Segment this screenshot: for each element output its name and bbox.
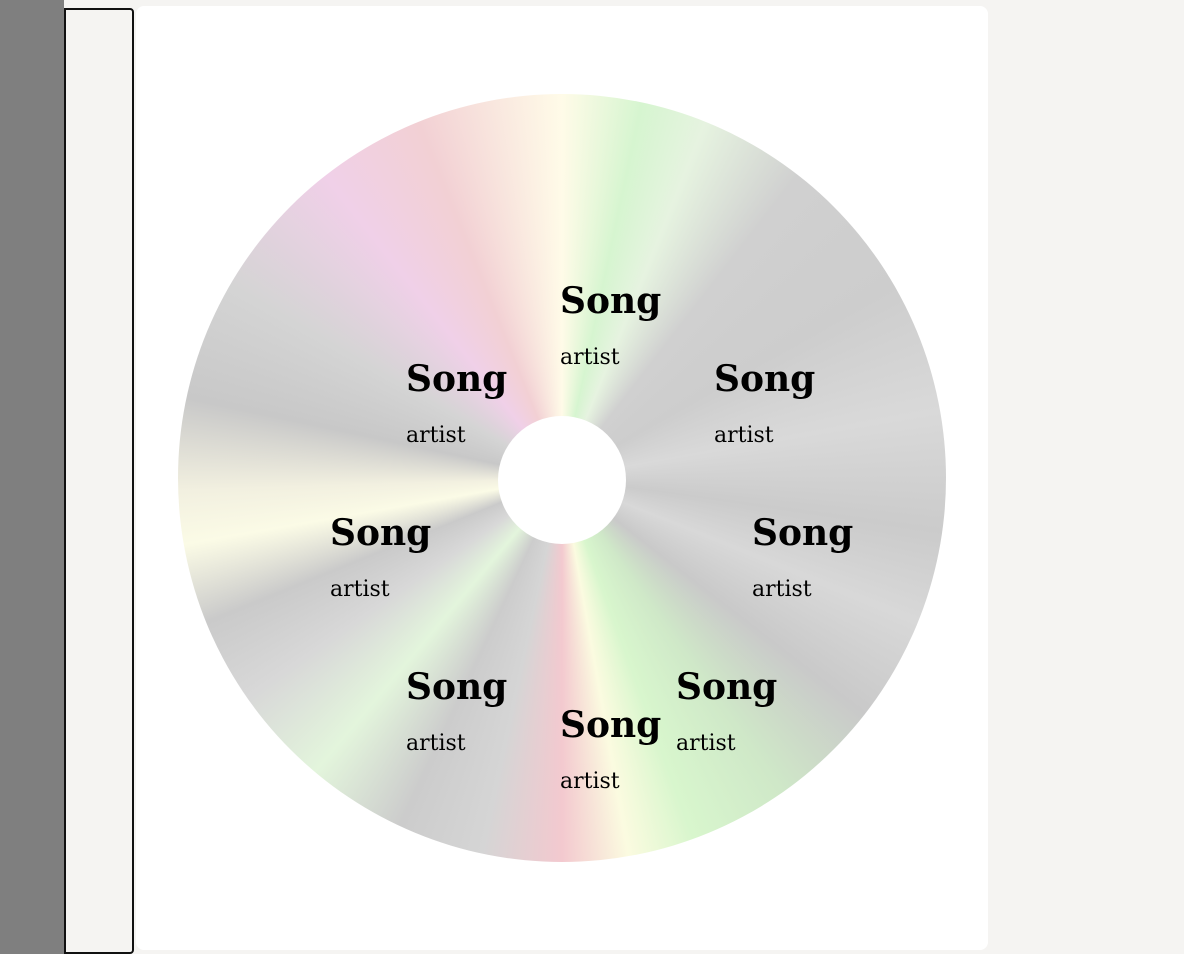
track-artist: artist [714, 423, 774, 448]
track-title: Song [560, 704, 662, 746]
track-item-7[interactable]: Song artist [330, 511, 431, 603]
track-title: Song [676, 666, 778, 708]
track-title: Song [714, 358, 816, 400]
track-artist: artist [560, 345, 620, 370]
track-title: Song [330, 512, 432, 554]
track-artist: artist [752, 577, 812, 602]
track-item-1[interactable]: Song artist [560, 279, 661, 371]
track-item-8[interactable]: Song artist [406, 357, 507, 449]
case-spine [0, 0, 64, 954]
cd-center-hole [498, 416, 626, 544]
case-side-panel [64, 8, 134, 954]
track-artist: artist [406, 423, 466, 448]
track-artist: artist [406, 731, 466, 756]
track-item-4[interactable]: Song artist [676, 665, 777, 757]
track-item-2[interactable]: Song artist [714, 357, 815, 449]
track-item-3[interactable]: Song artist [752, 511, 853, 603]
track-title: Song [560, 280, 662, 322]
track-title: Song [752, 512, 854, 554]
track-item-6[interactable]: Song artist [406, 665, 507, 757]
track-title: Song [406, 666, 508, 708]
track-artist: artist [330, 577, 390, 602]
track-item-5[interactable]: Song artist [560, 703, 661, 795]
track-title: Song [406, 358, 508, 400]
track-artist: artist [560, 769, 620, 794]
track-artist: artist [676, 731, 736, 756]
